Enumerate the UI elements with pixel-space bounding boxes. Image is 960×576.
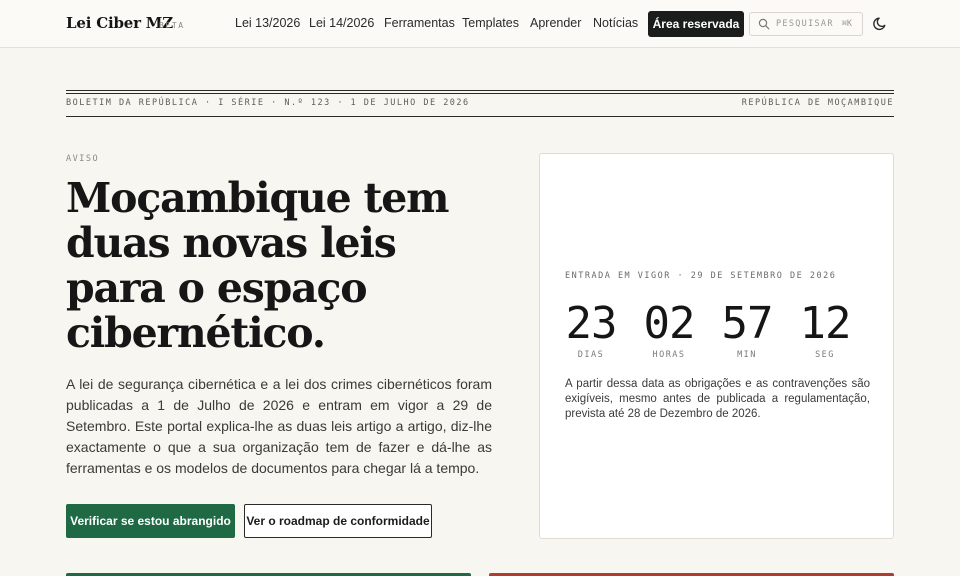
countdown-seconds-value: 12 (799, 298, 852, 349)
bulletin-reference: BOLETIM DA REPÚBLICA · I SÉRIE · N.º 123… (66, 98, 470, 108)
nav-ferramentas[interactable]: Ferramentas (384, 16, 455, 30)
nav-aprender[interactable]: Aprender (530, 16, 581, 30)
bulletin-rule-bottom (66, 116, 894, 117)
countdown-hours: 02 HORAS (638, 296, 700, 360)
check-eligibility-button[interactable]: Verificar se estou abrangido (66, 504, 235, 538)
search-shortcut: ⌘K (841, 19, 852, 29)
countdown-hours-value: 02 (643, 298, 696, 349)
countdown-days-value: 23 (565, 298, 618, 349)
countdown-card: ENTRADA EM VIGOR · 29 DE SETEMBRO DE 202… (539, 153, 894, 539)
countdown-minutes: 57 MIN (716, 296, 778, 360)
hero-lead: A lei de segurança cibernética e a lei d… (66, 376, 492, 476)
top-navigation-bar: Lei Ciber MZ BETA Lei 13/2026 Lei 14/202… (0, 0, 960, 48)
search-placeholder: PESQUISAR (776, 19, 834, 29)
reserved-area-button[interactable]: Área reservada (648, 11, 744, 37)
bulletin-country: REPÚBLICA DE MOÇAMBIQUE (741, 98, 894, 108)
countdown-seconds: 12 SEG (794, 296, 856, 360)
compliance-roadmap-button[interactable]: Ver o roadmap de conformidade (244, 504, 432, 538)
search-icon (758, 18, 770, 30)
beta-badge: BETA (159, 21, 185, 30)
hero-eyebrow: AVISO (66, 154, 100, 164)
page-title: Moçambique tem duas novas leis para o es… (66, 174, 450, 357)
countdown-days: 23 DIAS (560, 296, 622, 360)
bulletin-rule-top (66, 90, 894, 94)
nav-lei-14[interactable]: Lei 14/2026 (309, 16, 374, 30)
nav-templates[interactable]: Templates (462, 16, 519, 30)
brand-logo[interactable]: Lei Ciber MZ (66, 14, 173, 32)
countdown-label: ENTRADA EM VIGOR · 29 DE SETEMBRO DE 202… (565, 271, 837, 281)
countdown-note: A partir dessa data as obrigações e as c… (565, 378, 870, 420)
nav-lei-13[interactable]: Lei 13/2026 (235, 16, 300, 30)
nav-noticias[interactable]: Notícias (593, 16, 638, 30)
search-input[interactable]: PESQUISAR ⌘K (749, 12, 863, 36)
moon-icon[interactable] (872, 15, 889, 32)
countdown-minutes-value: 57 (721, 298, 774, 349)
